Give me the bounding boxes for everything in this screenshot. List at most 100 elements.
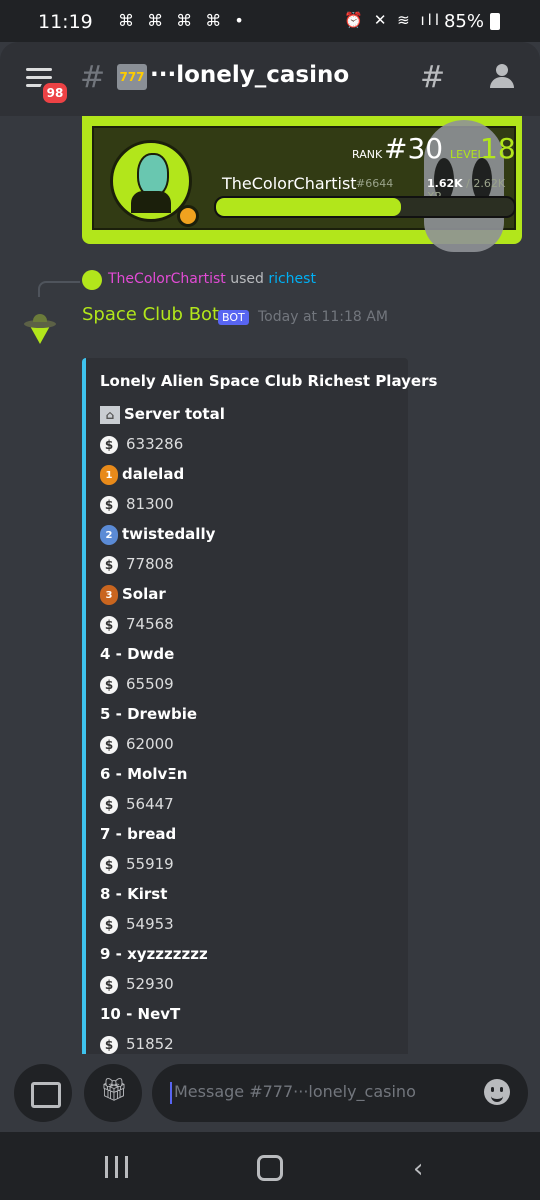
reply-connector [38, 281, 80, 297]
leaderboard-entry: 7 - bread $55919 [100, 820, 390, 878]
recents-icon[interactable] [105, 1156, 131, 1178]
leaderboard-entry: 9 - xyzzzzzzz $52930 [100, 940, 390, 998]
entry-value-row: $65509 [100, 670, 390, 698]
chat-area[interactable]: RANK #30 LEVEL 18 TheColorChartist #6644… [0, 116, 540, 1054]
channel-hash-icon: # [80, 60, 106, 95]
entry-name-row: 3 Solar [100, 580, 390, 608]
entry-value: 65509 [126, 675, 174, 693]
coin-icon: $ [100, 675, 118, 694]
entry-value-row: $56447 [100, 790, 390, 818]
emoji-picker-icon[interactable] [484, 1079, 510, 1105]
message-author[interactable]: Space Club Bot [82, 304, 219, 325]
leaderboard-entry: 5 - Drewbie $62000 [100, 700, 390, 758]
rank-avatar [110, 140, 199, 227]
coin-icon: $ [100, 1035, 118, 1054]
leaderboard-embed: Lonely Alien Space Club Richest Players … [82, 358, 437, 1054]
ufo-avatar-icon[interactable] [20, 308, 60, 348]
entry-name: twistedally [122, 525, 216, 543]
rank-card-image[interactable]: RANK #30 LEVEL 18 TheColorChartist #6644… [82, 116, 522, 252]
coin-icon: $ [100, 495, 118, 514]
attach-image-button[interactable] [14, 1064, 72, 1122]
entry-value: 56447 [126, 795, 174, 813]
entry-value-row: $55919 [100, 850, 390, 878]
entry-value-row: $633286 [100, 430, 390, 458]
channel-header: 98 # 777 ···lonely_casino # [0, 42, 540, 116]
bronze-medal-icon: 3 [100, 584, 118, 605]
bot-tag: BOT [218, 310, 249, 325]
leaderboard-entry: 3 Solar $74568 [100, 580, 390, 638]
entry-value-row: $51852 [100, 1030, 390, 1054]
entry-name: Solar [122, 585, 166, 603]
status-time: 11:19 [38, 11, 93, 33]
entry-name-row: 2 twistedally [100, 520, 390, 548]
signal-wifi-icon: ⏰ ✕ ≋ ıll [344, 11, 442, 29]
entry-value: 77808 [126, 555, 174, 573]
entry-value: 62000 [126, 735, 174, 753]
text-caret [170, 1082, 172, 1104]
channel-title[interactable]: ···lonely_casino [150, 62, 349, 88]
reply-avatar[interactable] [82, 270, 102, 290]
silver-medal-icon: 2 [100, 524, 118, 545]
entry-value-row: $52930 [100, 970, 390, 998]
coin-icon: $ [100, 615, 118, 634]
entry-value: 74568 [126, 615, 174, 633]
members-icon[interactable] [490, 64, 518, 90]
xp-progress-fill [216, 198, 401, 216]
reply-command[interactable]: richest [268, 271, 316, 287]
status-indicator [177, 205, 199, 227]
entry-value: 52930 [126, 975, 174, 993]
gift-icon: 🎁︎ [100, 1078, 128, 1103]
reply-username[interactable]: TheColorChartist [108, 271, 226, 287]
message-placeholder: Message #777···lonely_casino [174, 1082, 416, 1101]
message-input[interactable]: Message #777···lonely_casino [152, 1064, 528, 1122]
embed-title: Lonely Alien Space Club Richest Players [100, 372, 438, 390]
coin-icon: $ [100, 855, 118, 874]
coin-icon: $ [100, 735, 118, 754]
message-composer: 🎁︎ Message #777···lonely_casino [0, 1054, 540, 1132]
xp-progress-bar [214, 196, 516, 218]
entry-name: 4 - Dwde [100, 645, 175, 663]
entry-value-row: $62000 [100, 730, 390, 758]
status-bar: 11:19 ⌘ ⌘ ⌘ ⌘ • ⏰ ✕ ≋ ıll 85% [0, 0, 540, 42]
entry-name: Server total [124, 405, 225, 423]
gift-button[interactable]: 🎁︎ [84, 1064, 142, 1122]
entry-name: 8 - Kirst [100, 885, 168, 903]
battery-icon [490, 13, 500, 30]
coin-icon: $ [100, 435, 118, 454]
reply-context[interactable]: TheColorChartist used richest [108, 271, 316, 287]
entry-name: 6 - MolvΞn [100, 765, 188, 783]
leaderboard-entry: 2 twistedally $77808 [100, 520, 390, 578]
entry-value-row: $74568 [100, 610, 390, 638]
level-label: LEVEL [450, 148, 484, 161]
leaderboard-entry: 8 - Kirst $54953 [100, 880, 390, 938]
coin-icon: $ [100, 555, 118, 574]
xp-current: 1.62K [427, 177, 463, 190]
rank-discriminator: #6644 [356, 177, 394, 190]
leaderboard-entry: ⌂ Server total $633286 [100, 400, 390, 458]
reply-used-text: used [230, 271, 264, 287]
ufo-dome [33, 314, 47, 322]
entry-name: 7 - bread [100, 825, 177, 843]
rank-number: #30 [384, 132, 444, 165]
rank-card-panel: RANK #30 LEVEL 18 TheColorChartist #6644… [92, 120, 516, 252]
leaderboard-entry: 1 dalelad $81300 [100, 460, 390, 518]
home-icon[interactable] [257, 1155, 283, 1181]
slot-machine-emoji: 777 [117, 64, 147, 90]
coin-icon: $ [100, 795, 118, 814]
entry-value: 55919 [126, 855, 174, 873]
entry-value: 51852 [126, 1035, 174, 1053]
threads-icon[interactable]: # [420, 60, 445, 95]
battery-percent: 85% [443, 11, 484, 32]
rank-label: RANK [352, 148, 383, 161]
back-icon[interactable]: ‹ [413, 1154, 423, 1184]
gold-medal-icon: 1 [100, 464, 118, 485]
status-notification-icons: ⌘ ⌘ ⌘ ⌘ • [118, 11, 248, 30]
entry-name-row: 1 dalelad [100, 460, 390, 488]
entry-value-row: $81300 [100, 490, 390, 518]
unread-badge: 98 [40, 80, 70, 106]
entry-value-row: $77808 [100, 550, 390, 578]
coin-icon: $ [100, 915, 118, 934]
entry-value: 54953 [126, 915, 174, 933]
bank-icon: ⌂ [100, 405, 120, 424]
entry-name: dalelad [122, 465, 185, 483]
